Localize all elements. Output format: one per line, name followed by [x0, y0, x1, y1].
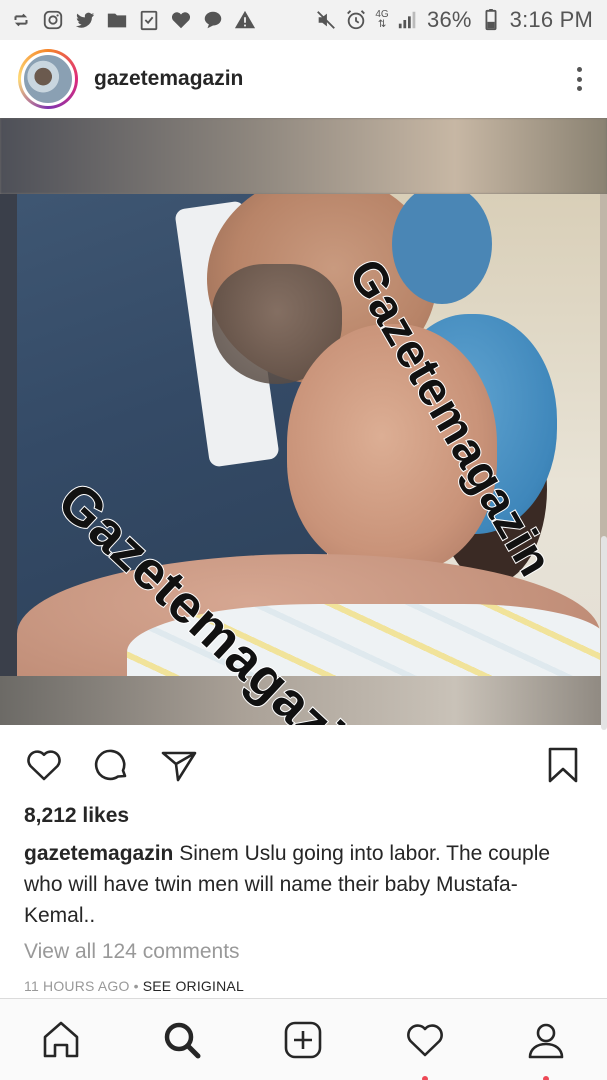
post-timestamp: 11 HOURS AGO [24, 978, 130, 994]
folder-icon [106, 9, 128, 31]
network-label: 4G [375, 9, 389, 20]
activity-notification-dot [421, 1075, 428, 1080]
direct-share-icon[interactable] [157, 743, 201, 787]
post-username[interactable]: gazetemagazin [94, 67, 569, 91]
more-dot [576, 67, 582, 72]
heart-icon[interactable] [22, 743, 66, 787]
battery-percent: 36% [427, 7, 472, 32]
add-post-icon[interactable] [273, 1010, 333, 1070]
bookmark-icon[interactable] [541, 743, 585, 787]
battery-icon [480, 9, 502, 31]
activity-heart-icon[interactable] [395, 1010, 455, 1080]
more-dot [576, 76, 582, 82]
see-original-link[interactable]: SEE ORIGINAL [143, 978, 244, 994]
likes-count[interactable]: 8,212 likes [24, 804, 129, 828]
photo-blur-border [0, 118, 607, 194]
photo-blur-border [0, 194, 17, 676]
post-photo[interactable]: Gazetemagazin Gazetemagazin [0, 118, 607, 725]
profile-notification-dot [543, 1075, 550, 1080]
view-all-comments-link[interactable]: View all 124 comments [24, 940, 240, 964]
status-bar-right: 4G ⇅ 36% 3:16 PM [315, 0, 593, 40]
photo-content [17, 194, 600, 676]
mute-icon [315, 9, 337, 31]
avatar[interactable] [21, 52, 75, 106]
bottom-nav [0, 998, 607, 1080]
story-ring[interactable] [18, 49, 78, 109]
twitter-icon [74, 9, 96, 31]
home-icon[interactable] [31, 1010, 91, 1070]
comment-icon[interactable] [90, 743, 134, 787]
network-arrows-icon: 4G ⇅ [375, 9, 389, 30]
status-bar: 4G ⇅ 36% 3:16 PM [0, 0, 607, 40]
instagram-icon [42, 9, 64, 31]
meta-separator: • [133, 978, 139, 994]
repost-icon [10, 9, 32, 31]
clipboard-check-icon [138, 9, 160, 31]
caption-username[interactable]: gazetemagazin [24, 842, 173, 865]
post-caption: gazetemagazin Sinem Uslu going into labo… [24, 838, 584, 931]
more-vertical-icon[interactable] [569, 61, 589, 97]
clock: 3:16 PM [509, 7, 593, 32]
chat-bubble-icon [202, 9, 224, 31]
heart-notification-icon [170, 9, 192, 31]
post-actions [0, 725, 607, 805]
warning-icon [234, 9, 256, 31]
signal-icon [397, 9, 419, 31]
alarm-icon [345, 9, 367, 31]
post-header: gazetemagazin [0, 40, 607, 118]
search-icon[interactable] [152, 1010, 212, 1070]
status-bar-left [10, 0, 256, 40]
scroll-edge [601, 536, 607, 730]
post-meta: 11 HOURS AGO • SEE ORIGINAL [24, 978, 244, 994]
more-dot [576, 86, 582, 91]
profile-icon[interactable] [516, 1010, 576, 1080]
